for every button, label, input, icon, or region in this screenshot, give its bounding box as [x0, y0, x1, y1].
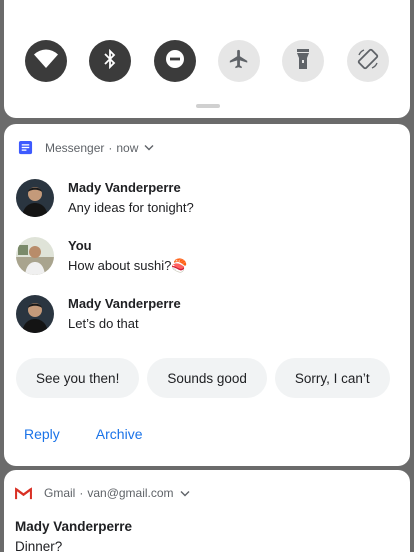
wifi-icon: [34, 49, 59, 73]
avatar: [16, 179, 54, 217]
do-not-disturb-icon: [165, 49, 185, 74]
header-separator: ·: [108, 140, 113, 155]
flashlight-icon: [296, 48, 310, 75]
messenger-app-name: Messenger: [45, 140, 105, 155]
header-separator: ·: [79, 486, 84, 500]
chevron-down-icon[interactable]: [144, 144, 154, 151]
email-sender: Mady Vanderperre: [15, 519, 133, 534]
gmail-account: van@gmail.com: [87, 486, 174, 500]
messenger-app-icon: [18, 140, 33, 155]
tile-do-not-disturb[interactable]: [153, 40, 196, 82]
auto-rotate-icon: [356, 47, 380, 76]
tile-auto-rotate[interactable]: [346, 40, 389, 82]
messenger-header[interactable]: Messenger · now: [18, 140, 154, 155]
message-item: Mady Vanderperre Any ideas for tonight?: [16, 179, 194, 217]
gmail-icon: [15, 486, 32, 500]
gmail-notification[interactable]: Gmail · van@gmail.com Mady Vanderperre D…: [4, 470, 410, 552]
notification-time: now: [116, 140, 139, 155]
smart-replies: See you then! Sounds good Sorry, I can’t: [16, 358, 390, 398]
reply-button[interactable]: Reply: [24, 426, 60, 442]
tile-bluetooth[interactable]: [89, 40, 132, 82]
airplane-icon: [228, 48, 250, 75]
message-text: How about sushi?🍣: [68, 258, 188, 273]
smart-reply-chip[interactable]: Sorry, I can’t: [274, 358, 390, 398]
message-sender: You: [68, 238, 92, 253]
message-sender: Mady Vanderperre: [68, 180, 181, 195]
smart-reply-chip[interactable]: Sounds good: [147, 358, 267, 398]
archive-button[interactable]: Archive: [96, 426, 143, 442]
bluetooth-icon: [103, 48, 117, 74]
quick-settings-tiles: [4, 40, 410, 82]
messenger-notification[interactable]: Messenger · now Mady Vanderperre Any ide…: [4, 124, 410, 466]
tile-flashlight[interactable]: [282, 40, 325, 82]
avatar: [16, 237, 54, 275]
message-text: Any ideas for tonight?: [68, 200, 194, 215]
notification-actions: Reply Archive: [24, 426, 142, 442]
quick-settings-panel: [4, 0, 410, 118]
gmail-app-name: Gmail: [44, 486, 76, 500]
email-subject: Dinner?: [15, 539, 63, 552]
message-text: Let’s do that: [68, 316, 139, 331]
message-item: You How about sushi?🍣: [16, 237, 188, 275]
message-item: Mady Vanderperre Let’s do that: [16, 295, 181, 333]
message-sender: Mady Vanderperre: [68, 296, 181, 311]
quick-settings-drag-handle[interactable]: [196, 104, 220, 108]
chevron-down-icon[interactable]: [180, 490, 190, 497]
smart-reply-chip[interactable]: See you then!: [16, 358, 140, 398]
avatar: [16, 295, 54, 333]
tile-wifi[interactable]: [25, 40, 68, 82]
tile-airplane-mode[interactable]: [218, 40, 261, 82]
gmail-header[interactable]: Gmail · van@gmail.com: [15, 486, 190, 500]
